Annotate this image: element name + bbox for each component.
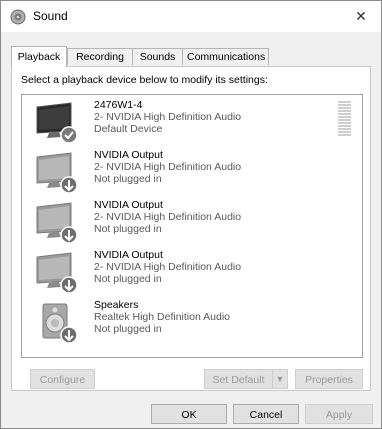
monitor-icon — [36, 202, 78, 244]
device-status: Not plugged in — [94, 323, 162, 335]
set-default-dropdown-arrow[interactable]: ▼ — [272, 369, 288, 389]
device-name: NVIDIA Output — [94, 199, 163, 211]
device-name: NVIDIA Output — [94, 249, 163, 261]
check-badge-icon — [60, 126, 78, 144]
device-status: Not plugged in — [94, 173, 162, 185]
close-button[interactable]: ✕ — [341, 1, 381, 32]
device-name: NVIDIA Output — [94, 149, 163, 161]
speaker-device-icon — [42, 303, 78, 344]
device-description: 2- NVIDIA High Definition Audio — [94, 161, 242, 173]
set-default-button[interactable]: Set Default — [204, 369, 273, 389]
instructions-text: Select a playback device below to modify… — [21, 74, 268, 86]
monitor-icon — [36, 252, 78, 294]
list-item[interactable]: NVIDIA Output 2- NVIDIA High Definition … — [22, 245, 362, 295]
tab-recording[interactable]: Recording — [67, 48, 133, 65]
tab-playback[interactable]: Playback — [11, 46, 67, 67]
tab-communications[interactable]: Communications — [182, 48, 269, 65]
device-name: Speakers — [94, 299, 139, 311]
device-description: Realtek High Definition Audio — [94, 311, 230, 323]
device-name: 2476W1-4 — [94, 99, 143, 111]
device-description: 2- NVIDIA High Definition Audio — [94, 211, 242, 223]
monitor-icon — [36, 102, 78, 144]
apply-button[interactable]: Apply — [305, 404, 373, 424]
list-item[interactable]: NVIDIA Output 2- NVIDIA High Definition … — [22, 145, 362, 195]
title-bar: Sound ✕ — [1, 1, 381, 32]
monitor-icon — [36, 152, 78, 194]
properties-button[interactable]: Properties — [295, 369, 363, 389]
list-item[interactable]: Speakers Realtek High Definition Audio N… — [22, 295, 362, 345]
device-status: Default Device — [94, 123, 163, 135]
list-item[interactable]: NVIDIA Output 2- NVIDIA High Definition … — [22, 195, 362, 245]
device-status: Not plugged in — [94, 223, 162, 235]
cancel-button[interactable]: Cancel — [233, 404, 299, 424]
sound-dialog: Sound ✕ Playback Recording Sounds Commun… — [0, 0, 382, 429]
window-title: Sound — [33, 9, 68, 23]
device-list[interactable]: 2476W1-4 2- NVIDIA High Definition Audio… — [21, 94, 363, 358]
tab-sounds[interactable]: Sounds — [132, 48, 183, 65]
list-item[interactable]: 2476W1-4 2- NVIDIA High Definition Audio… — [22, 95, 362, 145]
configure-button[interactable]: Configure — [30, 369, 95, 389]
volume-level-meter — [338, 101, 351, 136]
device-description: 2- NVIDIA High Definition Audio — [94, 261, 242, 273]
device-status: Not plugged in — [94, 273, 162, 285]
device-description: 2- NVIDIA High Definition Audio — [94, 111, 242, 123]
ok-button[interactable]: OK — [151, 404, 227, 424]
speaker-icon — [10, 9, 26, 25]
